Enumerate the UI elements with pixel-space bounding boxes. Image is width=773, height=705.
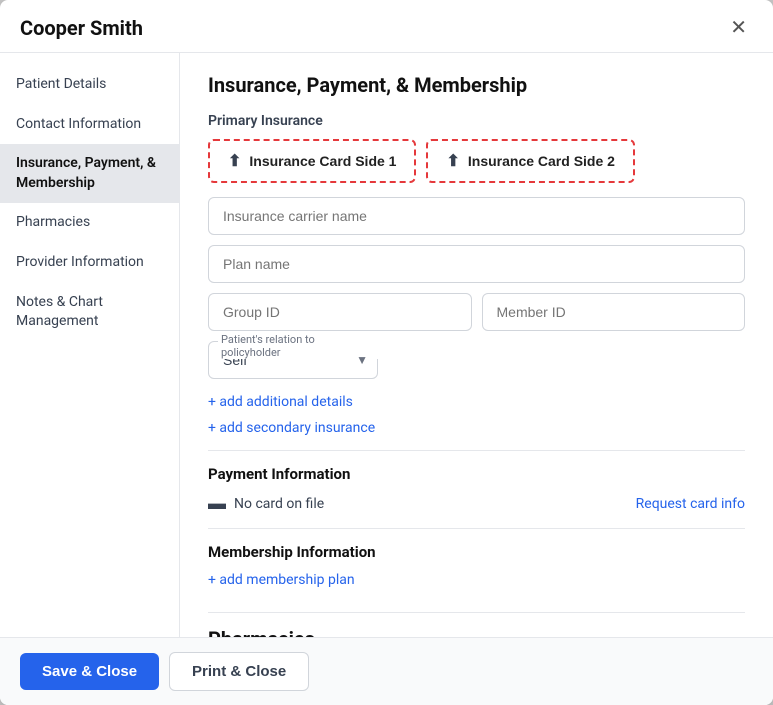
main-content: Insurance, Payment, & Membership Primary… xyxy=(180,53,773,637)
pharmacies-title: Pharmacies xyxy=(208,627,745,637)
modal-body: Patient Details Contact Information Insu… xyxy=(0,53,773,637)
relation-label: Patient's relation to policyholder xyxy=(218,333,378,359)
group-id-input[interactable] xyxy=(208,293,472,331)
upload-icon-2: ⬆ xyxy=(446,151,459,171)
divider-2 xyxy=(208,528,745,529)
payment-left: ▬ No card on file xyxy=(208,493,324,514)
modal-title: Cooper Smith xyxy=(20,16,143,40)
card-buttons: ⬆ Insurance Card Side 1 ⬆ Insurance Card… xyxy=(208,139,745,183)
sidebar-item-provider-information[interactable]: Provider Information xyxy=(0,243,179,283)
payment-row: ▬ No card on file Request card info xyxy=(208,493,745,514)
close-button[interactable]: ✕ xyxy=(724,16,753,40)
sidebar-item-contact-information[interactable]: Contact Information xyxy=(0,105,179,145)
divider-1 xyxy=(208,450,745,451)
add-membership-plan-link[interactable]: + add membership plan xyxy=(208,572,355,588)
save-close-button[interactable]: Save & Close xyxy=(20,653,159,690)
primary-insurance-label: Primary Insurance xyxy=(208,113,745,129)
request-card-info-link[interactable]: Request card info xyxy=(636,496,745,512)
sidebar-item-notes-chart-management[interactable]: Notes & Chart Management xyxy=(0,283,179,342)
insurance-card-side1-button[interactable]: ⬆ Insurance Card Side 1 xyxy=(208,139,416,183)
add-secondary-insurance-link[interactable]: + add secondary insurance xyxy=(208,420,745,436)
modal-header: Cooper Smith ✕ xyxy=(0,0,773,53)
insurance-card-side2-button[interactable]: ⬆ Insurance Card Side 2 xyxy=(426,139,634,183)
modal: Cooper Smith ✕ Patient Details Contact I… xyxy=(0,0,773,705)
relation-wrapper: Patient's relation to policyholder Self … xyxy=(208,341,378,379)
divider-3 xyxy=(208,612,745,613)
sidebar-item-pharmacies[interactable]: Pharmacies xyxy=(0,203,179,243)
modal-footer: Save & Close Print & Close xyxy=(0,637,773,705)
sidebar-item-insurance-payment-membership[interactable]: Insurance, Payment, & Membership xyxy=(0,144,179,203)
no-card-label: No card on file xyxy=(234,496,324,512)
insurance-carrier-input[interactable] xyxy=(208,197,745,235)
plan-name-input[interactable] xyxy=(208,245,745,283)
upload-icon-1: ⬆ xyxy=(228,151,241,171)
id-row xyxy=(208,293,745,331)
member-id-input[interactable] xyxy=(482,293,746,331)
credit-card-icon: ▬ xyxy=(208,493,226,514)
sidebar: Patient Details Contact Information Insu… xyxy=(0,53,180,637)
membership-section-title: Membership Information xyxy=(208,543,745,561)
sidebar-item-patient-details[interactable]: Patient Details xyxy=(0,65,179,105)
section-title: Insurance, Payment, & Membership xyxy=(208,73,745,97)
payment-section-title: Payment Information xyxy=(208,465,745,483)
add-additional-details-link[interactable]: + add additional details xyxy=(208,394,353,410)
print-close-button[interactable]: Print & Close xyxy=(169,652,309,691)
